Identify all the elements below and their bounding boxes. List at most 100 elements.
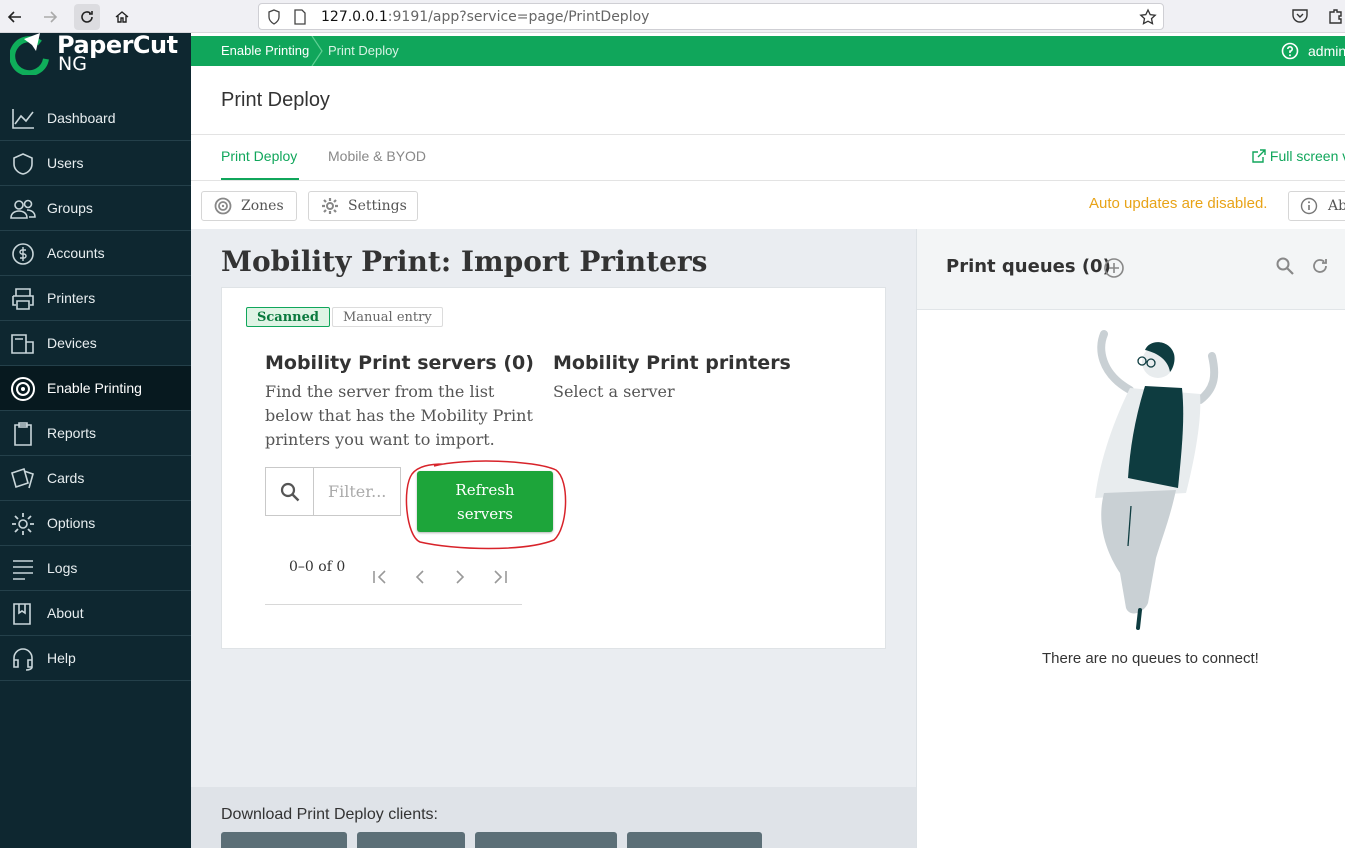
sidebar-item-reports[interactable]: Reports (0, 411, 191, 456)
back-icon[interactable] (2, 4, 28, 30)
extensions-icon[interactable] (1327, 8, 1345, 28)
empty-queues-message: There are no queues to connect! (1042, 650, 1259, 667)
breadcrumb-print-deploy: Print Deploy (328, 43, 399, 58)
papercut-logo[interactable]: PaperCut NG (10, 31, 185, 83)
user-menu[interactable]: admin (1308, 43, 1345, 59)
sidebar-item-label: Groups (47, 200, 93, 216)
sidebar-item-options[interactable]: Options (0, 501, 191, 546)
server-filter (265, 467, 401, 516)
sidebar: PaperCut NG Dashboard Users Groups Accou… (0, 31, 191, 848)
sidebar-item-cards[interactable]: Cards (0, 456, 191, 501)
import-title: Mobility Print: Import Printers (221, 245, 708, 278)
printers-heading: Mobility Print printers (553, 352, 791, 374)
printer-icon (10, 287, 36, 311)
tab-scanned[interactable]: Scanned (246, 307, 330, 327)
target-icon (214, 197, 232, 215)
shield-icon (267, 9, 281, 29)
first-page-icon[interactable] (370, 567, 390, 587)
pocket-icon[interactable] (1291, 8, 1309, 28)
zones-label: Zones (241, 198, 284, 214)
breadcrumb: Enable Printing Print Deploy admin (191, 36, 1345, 66)
forward-icon[interactable] (37, 4, 63, 30)
servers-heading: Mobility Print servers (0) (265, 352, 534, 374)
empty-state-illustration (1095, 330, 1219, 630)
gear-icon (321, 197, 339, 215)
sidebar-item-devices[interactable]: Devices (0, 321, 191, 366)
sidebar-item-label: Reports (47, 425, 97, 441)
search-icon (266, 468, 314, 515)
zones-button[interactable]: Zones (201, 191, 297, 221)
breadcrumb-separator-icon (311, 36, 323, 66)
sidebar-item-label: Help (47, 650, 76, 666)
book-icon (10, 602, 36, 626)
sidebar-item-label: Logs (47, 560, 78, 576)
headset-icon (10, 647, 36, 671)
reload-icon[interactable] (74, 4, 100, 30)
chart-line-icon (10, 107, 36, 131)
sidebar-item-label: Cards (47, 470, 85, 486)
dollar-circle-icon (10, 242, 36, 266)
breadcrumb-enable-printing[interactable]: Enable Printing (221, 43, 309, 58)
print-queues-title: Print queues (0) (946, 256, 1111, 277)
download-mac-button[interactable] (475, 832, 617, 848)
refresh-icon[interactable] (1311, 257, 1329, 275)
download-chrome-button[interactable] (627, 832, 762, 848)
cards-icon (10, 467, 36, 491)
printers-description: Select a server (553, 382, 675, 401)
sidebar-item-enable-printing[interactable]: Enable Printing (0, 366, 191, 411)
fullscreen-label: Full screen v (1269, 148, 1345, 164)
browser-toolbar: 127.0.0.1:9191/app?service=page/PrintDep… (0, 0, 1345, 33)
divider (191, 134, 1345, 135)
gear-icon (10, 512, 36, 536)
divider (265, 604, 522, 605)
sidebar-item-label: Options (47, 515, 96, 531)
clipboard-icon (10, 422, 36, 446)
sidebar-item-label: About (47, 605, 84, 621)
last-page-icon[interactable] (490, 567, 510, 587)
sidebar-nav: Dashboard Users Groups Accounts Printers… (0, 96, 191, 681)
tab-manual-entry[interactable]: Manual entry (332, 307, 443, 327)
sidebar-item-about[interactable]: About (0, 591, 191, 636)
refresh-servers-button[interactable]: Refresh servers (417, 471, 553, 532)
servers-description: Find the server from the list below that… (265, 382, 533, 449)
sidebar-item-printers[interactable]: Printers (0, 276, 191, 321)
bookmark-star-icon[interactable] (1139, 8, 1157, 30)
page-title: Print Deploy (221, 89, 330, 111)
download-linux-button[interactable] (357, 832, 465, 848)
download-label: Download Print Deploy clients: (221, 806, 438, 823)
home-icon[interactable] (109, 4, 135, 30)
prev-page-icon[interactable] (410, 567, 430, 587)
download-windows-button[interactable] (221, 832, 347, 848)
url-text: 127.0.0.1:9191/app?service=page/PrintDep… (321, 9, 650, 25)
sidebar-item-help[interactable]: Help (0, 636, 191, 681)
sidebar-item-dashboard[interactable]: Dashboard (0, 96, 191, 141)
sidebar-item-accounts[interactable]: Accounts (0, 231, 191, 276)
filter-input[interactable] (314, 468, 400, 515)
target-icon (10, 377, 36, 401)
user-shield-icon (10, 152, 36, 176)
sidebar-item-label: Users (47, 155, 84, 171)
sidebar-item-label: Dashboard (47, 110, 116, 126)
about-label: Ab (1328, 198, 1345, 214)
sidebar-item-label: Devices (47, 335, 97, 351)
sidebar-item-groups[interactable]: Groups (0, 186, 191, 231)
list-icon (10, 557, 36, 581)
sidebar-item-users[interactable]: Users (0, 141, 191, 186)
tab-mobile-byod[interactable]: Mobile & BYOD (328, 148, 426, 164)
fullscreen-link[interactable]: Full screen v (1252, 148, 1345, 164)
add-circle-icon[interactable] (1103, 257, 1125, 279)
tab-print-deploy[interactable]: Print Deploy (221, 148, 297, 164)
device-icon (10, 332, 36, 356)
sidebar-item-label: Enable Printing (47, 380, 142, 396)
divider (191, 180, 1345, 181)
external-link-icon (1252, 149, 1266, 163)
next-page-icon[interactable] (450, 567, 470, 587)
address-bar[interactable]: 127.0.0.1:9191/app?service=page/PrintDep… (258, 3, 1164, 30)
about-button[interactable]: Ab (1288, 191, 1345, 221)
settings-label: Settings (348, 198, 407, 214)
settings-button[interactable]: Settings (308, 191, 418, 221)
sidebar-item-label: Printers (47, 290, 96, 306)
help-circle-icon[interactable] (1281, 42, 1299, 60)
search-icon[interactable] (1276, 257, 1294, 275)
sidebar-item-logs[interactable]: Logs (0, 546, 191, 591)
